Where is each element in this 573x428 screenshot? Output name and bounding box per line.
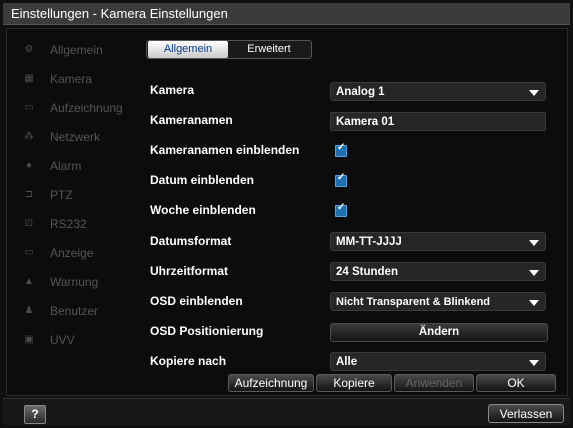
show-name-checkbox[interactable]: ✓	[335, 142, 347, 157]
osd-position-label: OSD Positionierung	[150, 324, 264, 338]
copy-button[interactable]: Kopiere	[316, 374, 392, 392]
copy-to-value: Alle	[336, 356, 358, 368]
sidebar-item-anzeige[interactable]: ▭ Anzeige	[10, 243, 135, 263]
monitor-icon: ▭	[24, 247, 34, 258]
tab-erweitert[interactable]: Erweitert	[229, 41, 309, 58]
alarm-icon: ●	[25, 160, 33, 171]
record-icon: ▭	[24, 102, 34, 113]
chevron-down-icon	[529, 360, 539, 366]
chevron-down-icon	[529, 240, 539, 246]
sidebar-item-alarm[interactable]: ● Alarm	[10, 156, 135, 176]
sidebar-item-benutzer[interactable]: ♟ Benutzer	[10, 301, 135, 321]
warning-icon: ▲	[24, 276, 34, 287]
sidebar-item-netzwerk[interactable]: ⁂ Netzwerk	[10, 127, 135, 147]
osd-position-change-button[interactable]: Ändern	[330, 323, 548, 342]
sidebar-item-allgemein[interactable]: ⚙ Allgemein	[10, 40, 135, 60]
ok-button[interactable]: OK	[476, 374, 556, 392]
show-week-label: Woche einblenden	[150, 203, 256, 217]
gear-icon: ⚙	[24, 44, 34, 55]
copy-to-select[interactable]: Alle	[330, 352, 546, 371]
chevron-down-icon	[529, 270, 539, 276]
tab-bar: Allgemein Erweitert	[146, 40, 312, 59]
record-button[interactable]: Aufzeichnung	[228, 374, 314, 392]
sidebar-item-uvv[interactable]: ▣ UVV	[10, 330, 135, 350]
show-date-checkbox[interactable]: ✓	[335, 172, 347, 187]
date-format-label: Datumsformat	[150, 234, 232, 248]
serial-icon: ⊡	[24, 218, 34, 229]
check-icon: ✓	[337, 172, 346, 183]
sidebar-item-warnung[interactable]: ▲ Warnung	[10, 272, 135, 292]
check-icon: ✓	[337, 142, 346, 153]
network-icon: ⁂	[24, 131, 34, 142]
bottom-bar	[3, 398, 570, 425]
chevron-down-icon	[529, 300, 539, 306]
date-format-value: MM-TT-JJJJ	[336, 236, 402, 248]
camera-name-field[interactable]: Kamera 01	[330, 112, 546, 131]
sidebar-item-rs232[interactable]: ⊡ RS232	[10, 214, 135, 234]
sidebar-item-aufzeichnung[interactable]: ▭ Aufzeichnung	[10, 98, 135, 118]
show-date-label: Datum einblenden	[150, 173, 255, 187]
exit-button[interactable]: Verlassen	[488, 404, 564, 423]
time-format-select[interactable]: 24 Stunden	[330, 262, 546, 281]
show-name-label: Kameranamen einblenden	[150, 143, 300, 157]
camera-select-value: Analog 1	[336, 86, 385, 98]
camera-name-label: Kameranamen	[150, 113, 233, 127]
sidebar-item-kamera[interactable]: ▦ Kamera	[10, 69, 135, 89]
user-icon: ♟	[24, 305, 34, 316]
apply-button[interactable]: Anwenden	[394, 374, 474, 392]
time-format-value: 24 Stunden	[336, 266, 398, 278]
show-week-checkbox[interactable]: ✓	[335, 202, 347, 217]
time-format-label: Uhrzeitformat	[150, 264, 229, 278]
sidebar: ⚙ Allgemein ▦ Kamera ▭ Aufzeichnung ⁂ Netzwe…	[10, 32, 135, 382]
chevron-down-icon	[529, 90, 539, 96]
camera-select[interactable]: Analog 1	[330, 82, 546, 101]
help-button[interactable]: ?	[24, 405, 46, 424]
camera-label: Kamera	[150, 83, 195, 97]
osd-show-label: OSD einblenden	[150, 294, 243, 308]
window-title: Einstellungen - Kamera Einstellungen	[3, 3, 570, 25]
ptz-icon: ⊐	[24, 189, 34, 200]
camera-icon: ▦	[24, 73, 34, 84]
osd-show-select[interactable]: Nicht Transparent & Blinkend	[330, 292, 546, 311]
osd-show-value: Nicht Transparent & Blinkend	[336, 296, 491, 308]
check-icon: ✓	[337, 202, 346, 213]
copy-to-label: Kopiere nach	[150, 354, 227, 368]
tab-allgemein[interactable]: Allgemein	[148, 41, 228, 58]
sidebar-item-ptz[interactable]: ⊐ PTZ	[10, 185, 135, 205]
uvv-icon: ▣	[24, 334, 34, 345]
date-format-select[interactable]: MM-TT-JJJJ	[330, 232, 546, 251]
settings-window: Einstellungen - Kamera Einstellungen ⚙ Al…	[0, 0, 573, 428]
